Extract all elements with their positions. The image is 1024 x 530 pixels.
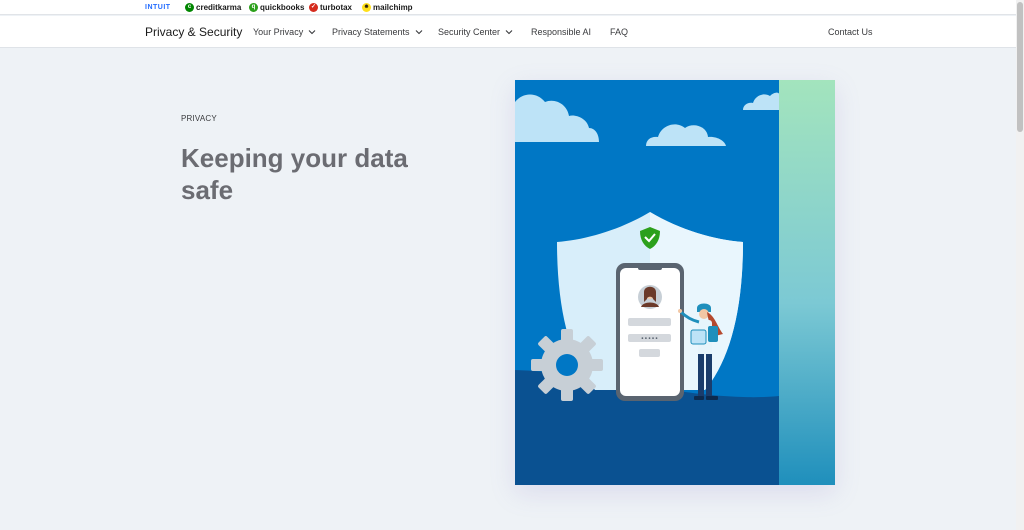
turbotax-icon: ✓: [309, 3, 318, 12]
intuit-logo[interactable]: INTUIT: [145, 2, 171, 13]
brand-bar: INTUIT c creditkarma q quickbooks ✓ turbota…: [0, 0, 1016, 15]
mailchimp-link[interactable]: ☻ mailchimp: [362, 2, 413, 13]
site-title[interactable]: Privacy & Security: [145, 25, 242, 39]
section-eyebrow: PRIVACY: [181, 114, 217, 123]
quickbooks-link[interactable]: q quickbooks: [249, 2, 304, 13]
nav-label: FAQ: [610, 27, 629, 37]
scrollbar-thumb[interactable]: [1017, 2, 1023, 132]
quickbooks-icon: q: [249, 3, 258, 12]
nav-label: Your Privacy: [253, 27, 304, 37]
phone-icon: •••••: [616, 263, 684, 401]
nav-label: Security Center: [438, 27, 501, 37]
nav-privacy-statements[interactable]: Privacy Statements: [332, 27, 424, 37]
gear-icon: [531, 329, 603, 401]
hero-illustration: •••••: [515, 80, 835, 485]
mailchimp-label: mailchimp: [373, 3, 413, 12]
svg-text:•••••: •••••: [641, 336, 659, 343]
nav-faq[interactable]: FAQ: [610, 27, 628, 37]
turbotax-label: turbotax: [320, 3, 352, 12]
turbotax-link[interactable]: ✓ turbotax: [309, 2, 352, 13]
top-nav: Privacy & Security Your Privacy Privacy …: [0, 16, 1016, 48]
chevron-down-icon: [308, 30, 316, 35]
page-scrollbar[interactable]: [1016, 0, 1024, 530]
nav-label: Privacy Statements: [332, 27, 410, 37]
nav-label: Responsible AI: [531, 27, 592, 37]
contact-us-link[interactable]: Contact Us: [828, 27, 873, 37]
quickbooks-label: quickbooks: [260, 3, 305, 12]
creditkarma-icon: c: [185, 3, 194, 12]
mailchimp-icon: ☻: [362, 3, 371, 12]
chevron-down-icon: [505, 30, 513, 35]
gradient-strip: [779, 80, 835, 485]
creditkarma-link[interactable]: c creditkarma: [185, 2, 241, 13]
nav-your-privacy[interactable]: Your Privacy: [253, 27, 317, 37]
nav-responsible-ai[interactable]: Responsible AI: [531, 27, 591, 37]
nav-security-center[interactable]: Security Center: [438, 27, 514, 37]
page-headline: Keeping your data safe: [181, 143, 408, 205]
chevron-down-icon: [415, 30, 422, 35]
creditkarma-label: creditkarma: [196, 3, 242, 12]
